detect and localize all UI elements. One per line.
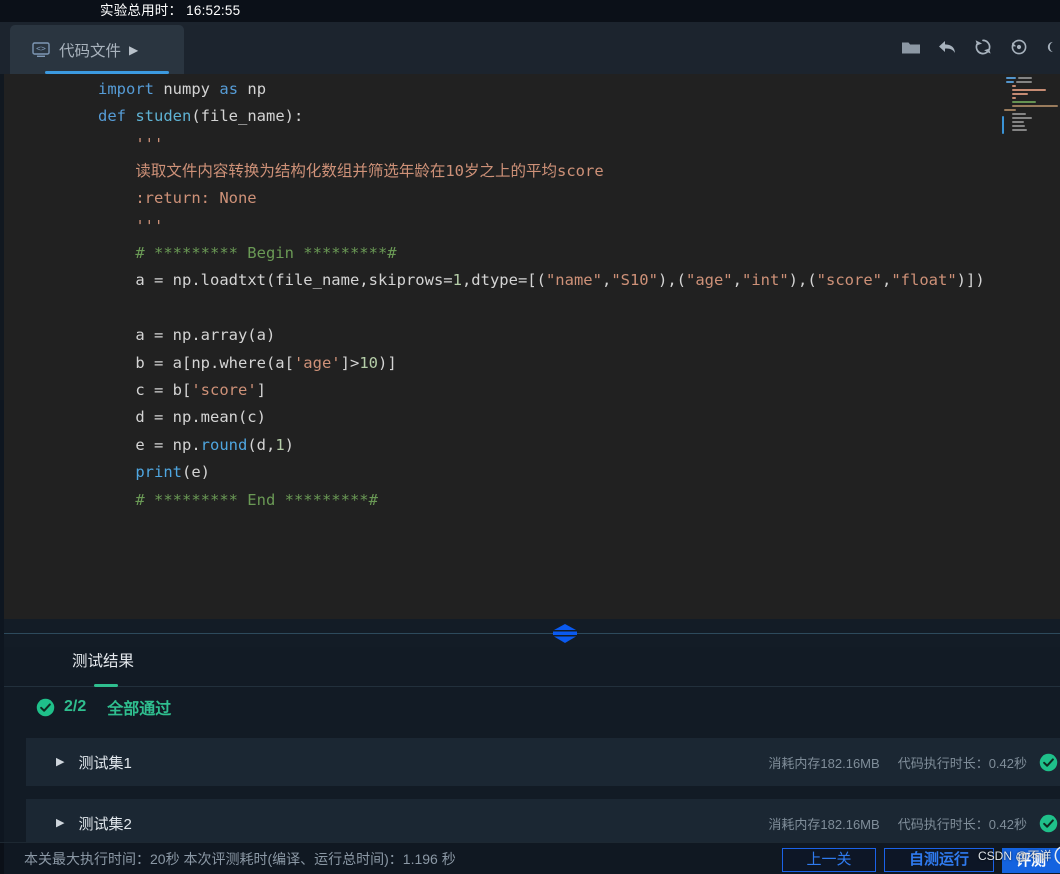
code-line-11: c = b['score'] <box>98 381 266 399</box>
code-line-10: b = a[np.where(a['age']>10)] <box>98 354 397 372</box>
experiment-timer-text: 实验总用时： 16:52:55 <box>100 3 241 18</box>
settings-icon[interactable] <box>1044 36 1058 58</box>
tab-code-file[interactable]: <> 代码文件 ▶ <box>10 25 184 74</box>
evaluate-button[interactable]: 评测 <box>1002 848 1060 873</box>
code-line-7: # ********* Begin *********# <box>98 244 397 262</box>
self-test-run-button[interactable]: 自测运行 <box>884 848 994 872</box>
history-icon[interactable] <box>1008 36 1030 58</box>
result-tabbar: 测试结果 <box>4 647 1060 687</box>
code-editor[interactable]: 1 2 3 4 5 6 7 8 9 10 11 12 13 14 15 16 1… <box>4 74 1060 619</box>
table-row[interactable]: ▶ 测试集1 消耗内存182.16MB 代码执行时长：0.42秒 <box>26 738 1060 786</box>
test-case-meta: 消耗内存182.16MB 代码执行时长：0.42秒 <box>768 814 1039 833</box>
test-case-name: 测试集1 <box>78 754 132 772</box>
code-line-8: a = np.loadtxt(file_name,skiprows=1,dtyp… <box>98 271 985 289</box>
chevron-right-icon[interactable]: ▶ <box>56 756 64 768</box>
panel-splitter[interactable] <box>4 619 1060 647</box>
undo-icon[interactable] <box>936 36 958 58</box>
code-line-5: :return: None <box>98 189 257 207</box>
folder-icon[interactable] <box>900 36 922 58</box>
code-line-6: ''' <box>98 217 164 235</box>
code-line-1: import numpy as np <box>98 80 267 98</box>
test-case-memory: 消耗内存182.16MB <box>768 816 880 832</box>
code-line-12: d = np.mean(c) <box>98 408 266 426</box>
result-tab-underline <box>94 684 118 687</box>
code-file-icon: <> <box>32 41 50 57</box>
result-pass-text: 全部通过 <box>107 701 172 718</box>
test-case-name: 测试集2 <box>78 815 132 833</box>
test-case-duration: 代码执行时长：0.42秒 <box>897 816 1027 832</box>
code-line-14: print(e) <box>98 463 210 481</box>
table-row[interactable]: ▶ 测试集2 消耗内存182.16MB 代码执行时长：0.42秒 <box>26 799 1060 842</box>
code-line-15: # ********* End *********# <box>98 491 378 509</box>
code-text-area[interactable]: import numpy as np def studen(file_name)… <box>92 74 1060 619</box>
line-number-gutter <box>4 74 92 619</box>
svg-text:<>: <> <box>36 44 46 53</box>
experiment-timer-bar: 实验总用时： 16:52:55 <box>0 0 1060 22</box>
code-line-3: ''' <box>98 135 164 153</box>
code-line-13: e = np.round(d,1) <box>98 436 295 454</box>
footer-bar: 本关最大执行时间：20秒 本次评测耗时(编译、运行总时间)：1.196 秒 上一… <box>0 842 1060 874</box>
chevron-right-icon[interactable]: ▶ <box>129 44 138 56</box>
result-pass-count: 2/2 <box>64 698 87 715</box>
tab-test-result[interactable]: 测试结果 <box>72 649 134 681</box>
execution-info-text: 本关最大执行时间：20秒 本次评测耗时(编译、运行总时间)：1.196 秒 <box>24 851 456 867</box>
prev-level-button[interactable]: 上一关 <box>782 848 876 872</box>
check-circle-icon <box>1039 753 1058 771</box>
editor-toolbar <box>900 36 1058 58</box>
footer-left-edge <box>0 843 4 874</box>
ide-window: 实验总用时： 16:52:55 <> 代码文件 ▶ import numpy a… <box>0 0 1060 874</box>
tab-code-file-label: 代码文件 <box>59 42 122 60</box>
test-result-panel: 测试结果 2/2 全部通过 ▶ 测试集1 消耗内存182.16MB 代码执行时长… <box>4 647 1060 842</box>
test-case-duration: 代码执行时长：0.42秒 <box>897 755 1027 771</box>
code-line-2: def studen(file_name): <box>98 107 304 125</box>
code-line-9: a = np.array(a) <box>98 326 276 344</box>
chevron-right-icon[interactable]: ▶ <box>56 817 64 829</box>
splitter-collapse-handle[interactable] <box>549 624 581 643</box>
editor-tabstrip: <> 代码文件 ▶ <box>0 22 1060 74</box>
check-circle-icon <box>1039 814 1058 832</box>
code-line-4: 读取文件内容转换为结构化数组并筛选年龄在10岁之上的平均score <box>98 162 604 180</box>
refresh-icon[interactable] <box>972 36 994 58</box>
test-case-meta: 消耗内存182.16MB 代码执行时长：0.42秒 <box>768 753 1039 772</box>
result-summary: 2/2 全部通过 <box>36 695 171 719</box>
test-case-memory: 消耗内存182.16MB <box>768 755 880 771</box>
code-minimap[interactable] <box>1002 74 1060 134</box>
check-circle-icon <box>36 698 55 716</box>
splitter-line <box>4 633 1060 634</box>
